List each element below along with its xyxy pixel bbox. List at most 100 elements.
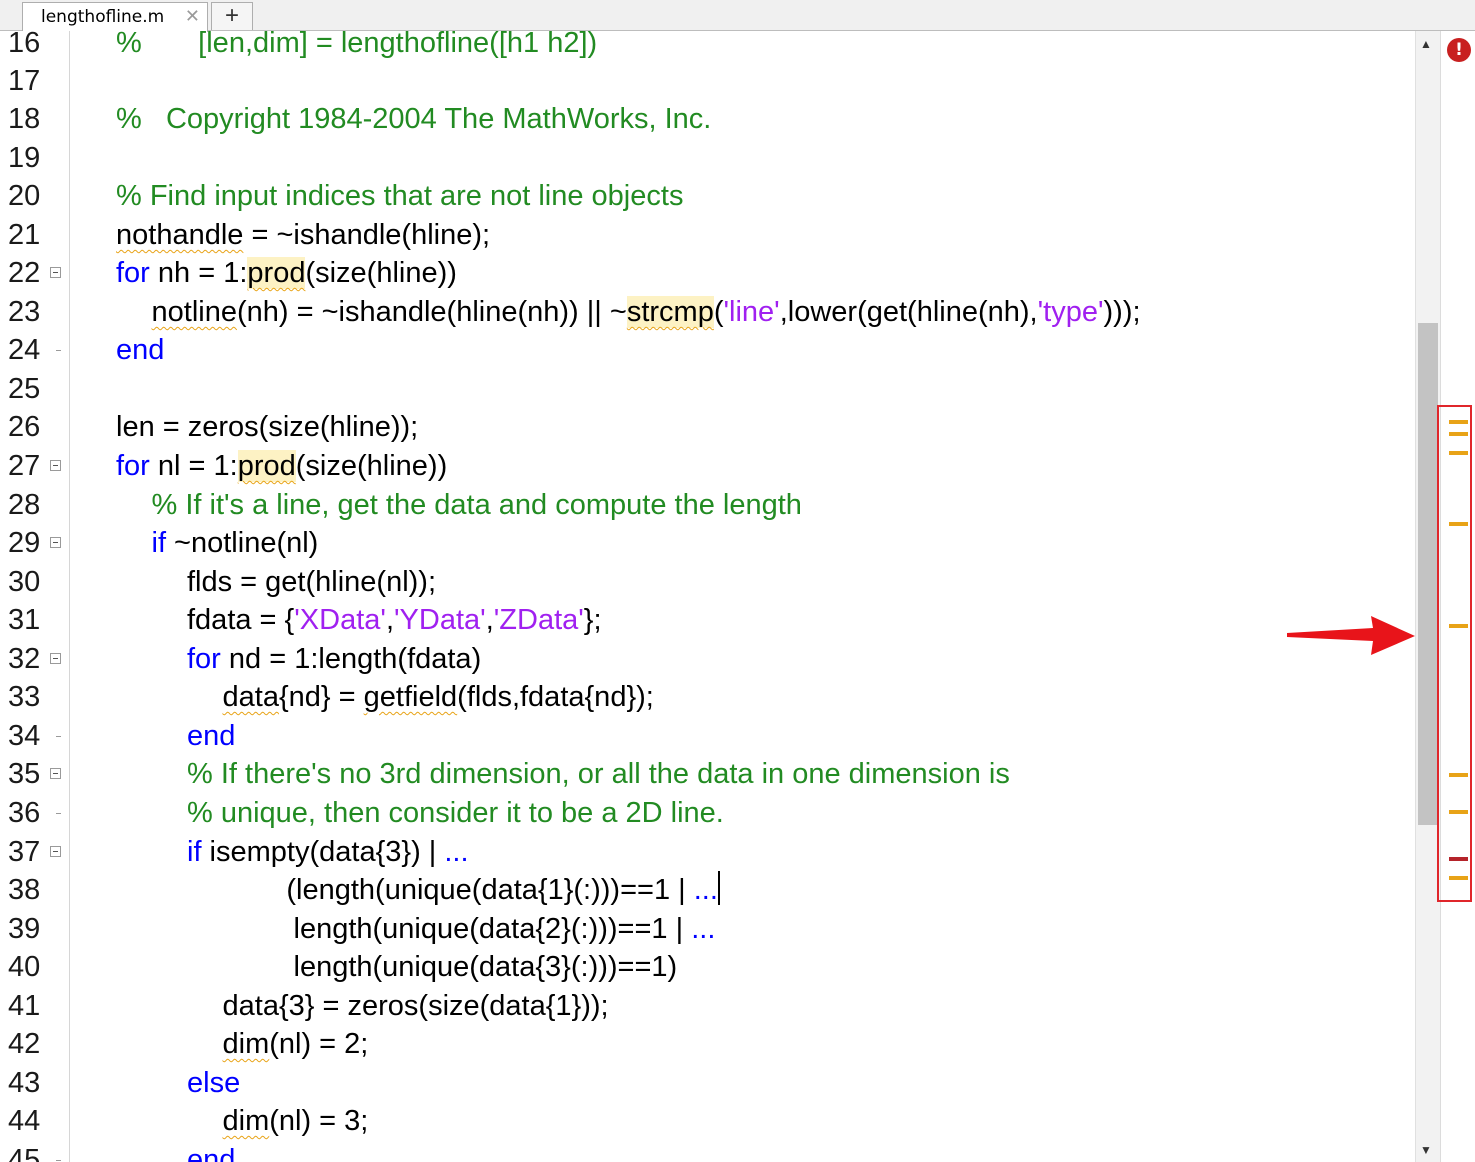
code-line[interactable]: flds = get(hline(nl));	[187, 563, 436, 601]
code-token: for	[116, 450, 150, 482]
error-indicator-icon[interactable]: !	[1447, 38, 1471, 62]
code-line[interactable]: data{3} = zeros(size(data{1}));	[223, 987, 609, 1025]
code-line[interactable]: dim(nl) = 2;	[223, 1025, 369, 1063]
line-number: 25	[8, 373, 41, 405]
line-number: 32	[8, 643, 41, 675]
code-line[interactable]: fdata = {'XData','YData','ZData'};	[187, 601, 602, 639]
code-line[interactable]: % Copyright 1984-2004 The MathWorks, Inc…	[116, 100, 711, 138]
text-cursor	[717, 871, 720, 905]
line-number: 20	[8, 180, 41, 212]
code-token: getfield	[363, 681, 458, 713]
code-line[interactable]: % [len,dim] = lengthofline([h1 h2])	[116, 31, 597, 62]
code-line[interactable]: % If it's a line, get the data and compu…	[152, 486, 802, 524]
code-token: 'type'	[1037, 296, 1104, 328]
code-token: end	[187, 1144, 236, 1162]
code-editor[interactable]: 16 17 18 19 20 21 22 23 24 25 26 27 28 29 30 31 32 33 34 35…	[0, 31, 1415, 1162]
code-line[interactable]: for nd = 1:length(fdata)	[187, 640, 481, 678]
code-line[interactable]: length(unique(data{3}(:)))==1)	[294, 948, 678, 986]
code-line[interactable]: notline(nh) = ~ishandle(hline(nh)) || ~s…	[152, 293, 1141, 331]
fold-toggle-icon[interactable]	[50, 653, 61, 664]
line-number: 22	[8, 257, 41, 289]
line-number: 19	[8, 142, 41, 174]
code-line[interactable]: end	[116, 331, 164, 369]
code-line[interactable]: % If there's no 3rd dimension, or all th…	[187, 755, 1010, 793]
code-token: ~notline(nl)	[166, 527, 319, 559]
code-line[interactable]: (length(unique(data{1}(:)))==1 | ...	[286, 871, 720, 909]
code-token: if	[187, 836, 202, 868]
scroll-down-arrow-icon[interactable]: ▼	[1420, 1143, 1432, 1157]
code-token: = ~ishandle(hline);	[243, 219, 491, 251]
annotation-highlight-box	[1437, 405, 1472, 902]
code-token: length(unique(data{2}(:)))==1 |	[293, 913, 692, 945]
fold-toggle-icon[interactable]	[50, 768, 61, 779]
code-line[interactable]: end	[187, 1141, 235, 1162]
code-line[interactable]: dim(nl) = 3;	[223, 1102, 369, 1140]
line-number: 34	[8, 720, 41, 752]
code-line[interactable]: end	[187, 717, 235, 755]
code-token: (length(unique(data{1}(:)))==1 |	[286, 874, 694, 906]
code-token: for	[116, 257, 150, 289]
code-token: ...	[693, 874, 718, 906]
fold-toggle-icon[interactable]	[50, 267, 61, 278]
code-line[interactable]: % Find input indices that are not line o…	[116, 177, 683, 215]
code-token: end	[116, 334, 165, 366]
code-line[interactable]: len = zeros(size(hline));	[116, 408, 418, 446]
code-token: length(unique(data{3}(:)))==1)	[293, 951, 678, 983]
line-number: 17	[8, 65, 41, 97]
line-number: 42	[8, 1028, 41, 1060]
line-number: 26	[8, 411, 41, 443]
code-token: isempty(data{3}) |	[201, 836, 445, 868]
code-token: data	[222, 681, 279, 713]
file-tab[interactable]: lengthofline.m ✕	[22, 2, 208, 32]
code-token: (size(hline))	[305, 257, 457, 289]
fold-toggle-icon[interactable]	[50, 460, 61, 471]
line-number: 31	[8, 604, 41, 636]
fold-toggle-icon[interactable]	[50, 846, 61, 857]
code-token: (nl) = 2;	[269, 1028, 369, 1060]
code-line[interactable]: nothandle = ~ishandle(hline);	[116, 216, 490, 254]
new-tab-button[interactable]: +	[211, 2, 253, 30]
code-token: else	[187, 1067, 241, 1099]
code-line[interactable]: if ~notline(nl)	[152, 524, 319, 562]
code-line[interactable]: for nh = 1:prod(size(hline))	[116, 254, 457, 292]
fold-toggle-icon[interactable]	[50, 537, 61, 548]
code-token: ...	[444, 836, 469, 868]
code-token: )));	[1103, 296, 1141, 328]
line-number: 37	[8, 836, 41, 868]
fold-end-tick	[56, 813, 61, 814]
code-token: flds = get(hline(nl));	[187, 566, 437, 598]
code-token: end	[187, 720, 236, 752]
code-token: % Copyright 1984-2004 The MathWorks, Inc…	[116, 103, 712, 135]
code-token: prod	[237, 450, 296, 482]
line-number: 29	[8, 527, 41, 559]
tab-bar: lengthofline.m ✕ +	[0, 0, 1475, 32]
code-line[interactable]: else	[187, 1064, 240, 1102]
line-number: 41	[8, 990, 41, 1022]
line-number: 33	[8, 681, 41, 713]
code-token: nd = 1:length(fdata)	[220, 643, 482, 675]
code-token: 'XData'	[294, 604, 386, 636]
scrollbar-thumb[interactable]	[1418, 323, 1438, 825]
code-token: (nl) = 3;	[269, 1105, 369, 1137]
code-line[interactable]: if isempty(data{3}) | ...	[187, 833, 469, 871]
fold-end-tick	[56, 350, 61, 351]
line-number: 43	[8, 1067, 41, 1099]
code-line[interactable]: length(unique(data{2}(:)))==1 | ...	[294, 910, 716, 948]
line-number: 30	[8, 566, 41, 598]
code-line[interactable]: data{nd} = getfield(flds,fdata{nd});	[223, 678, 654, 716]
close-icon[interactable]: ✕	[185, 6, 200, 27]
line-number: 24	[8, 334, 41, 366]
code-token: if	[151, 527, 167, 559]
code-token: 'YData'	[394, 604, 486, 636]
code-line[interactable]: % unique, then consider it to be a 2D li…	[187, 794, 724, 832]
code-line[interactable]: for nl = 1:prod(size(hline))	[116, 447, 447, 485]
file-tab-label: lengthofline.m	[41, 7, 165, 27]
line-number: 38	[8, 874, 41, 906]
line-number: 23	[8, 296, 41, 328]
scroll-up-arrow-icon[interactable]: ▲	[1420, 37, 1432, 51]
code-token: nl = 1:	[149, 450, 238, 482]
fold-end-tick	[56, 736, 61, 737]
code-token: % [len,dim] = lengthofline([h1 h2])	[116, 31, 598, 59]
code-token: (nh) = ~ishandle(hline(nh)) || ~	[236, 296, 627, 328]
code-token: ...	[691, 913, 716, 945]
